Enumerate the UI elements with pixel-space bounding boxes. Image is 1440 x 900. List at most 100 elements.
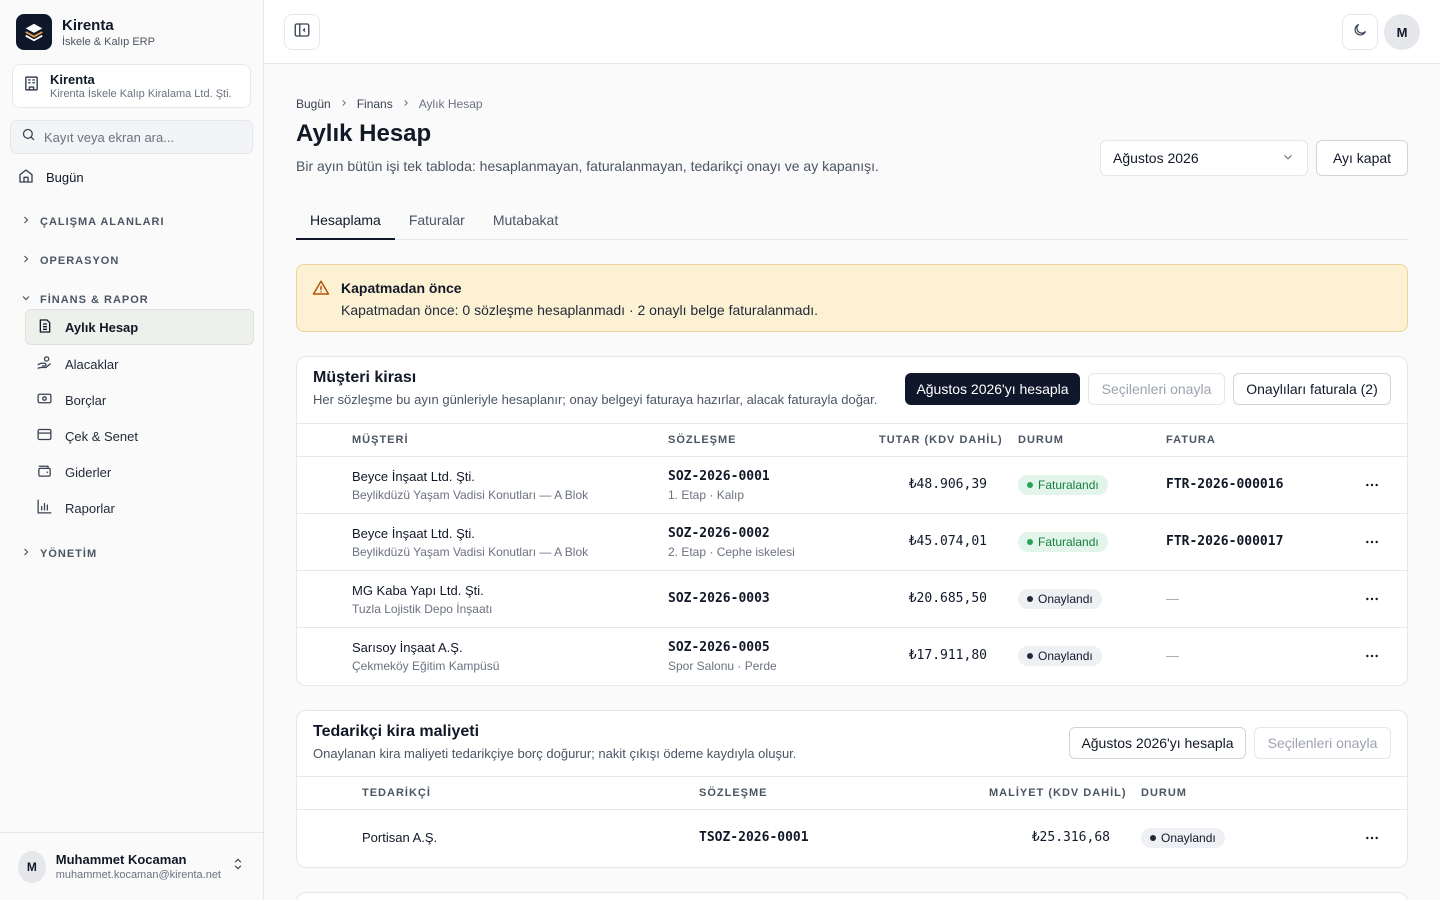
table-row[interactable]: MG Kaba Yapı Ltd. Şti. Tuzla Lojistik De… — [297, 571, 1407, 628]
column-header: FATURA — [1166, 434, 1216, 446]
amount: ₺48.906,39 — [908, 477, 987, 492]
amount: ₺25.316,68 — [1031, 830, 1110, 845]
nav-section-label: FİNANS & RAPOR — [40, 293, 149, 306]
table-row[interactable]: Sarısoy İnşaat A.Ş. Çekmeköy Eğitim Kamp… — [297, 628, 1407, 685]
top-avatar[interactable]: M — [1384, 14, 1420, 50]
project-name: Çekmeköy Eğitim Kampüsü — [352, 659, 500, 673]
nav-section-finance[interactable]: FİNANS & RAPOR — [20, 292, 149, 307]
close-month-button[interactable]: Ayı kapat — [1316, 140, 1408, 176]
breadcrumb-home[interactable]: Bugün — [296, 97, 331, 111]
status-dot — [1027, 482, 1033, 488]
tab-invoices[interactable]: Faturalar — [395, 208, 479, 240]
brand-subtitle: İskele & Kalıp ERP — [62, 35, 155, 48]
invoice-code[interactable]: FTR-2026-000017 — [1166, 534, 1283, 549]
bar-chart-icon — [36, 498, 53, 518]
file-text-icon — [37, 318, 53, 337]
sidebar: Kirenta İskele & Kalıp ERP Kirenta Kiren… — [0, 0, 264, 900]
card-icon — [36, 426, 53, 446]
card-description: Her sözleşme bu ayın günleriyle hesaplan… — [313, 392, 878, 407]
panel-left-close-icon — [293, 21, 311, 44]
customer-name: MG Kaba Yapı Ltd. Şti. — [352, 583, 484, 598]
tab-bar: Hesaplama Faturalar Mutabakat — [296, 208, 1408, 240]
layers-logo-icon — [16, 14, 52, 50]
tab-reconciliation[interactable]: Mutabakat — [479, 208, 572, 240]
tab-calculation[interactable]: Hesaplama — [296, 208, 395, 240]
contract-code[interactable]: SOZ-2026-0001 — [668, 469, 770, 484]
brand[interactable]: Kirenta İskele & Kalıp ERP — [16, 14, 155, 50]
theme-toggle-button[interactable] — [1342, 14, 1378, 50]
user-menu[interactable]: M Muhammet Kocaman muhammet.kocaman@kire… — [0, 832, 263, 900]
customer-rent-table: MÜŞTERİ SÖZLEŞME TUTAR (KDV DAHİL) DURUM… — [297, 423, 1407, 685]
status-dot — [1027, 653, 1033, 659]
alert-title: Kapatmadan önce — [341, 280, 462, 296]
customer-name: Beyce İnşaat Ltd. Şti. — [352, 469, 475, 484]
table-row[interactable]: Beyce İnşaat Ltd. Şti. Beylikdüzü Yaşam … — [297, 514, 1407, 571]
contract-code[interactable]: SOZ-2026-0005 — [668, 640, 770, 655]
nav-home-label: Bugün — [46, 169, 84, 185]
status-badge: Onaylandı — [1018, 589, 1102, 609]
status-badge: Onaylandı — [1018, 646, 1102, 666]
nav-section-label: OPERASYON — [40, 254, 120, 267]
sidebar-item-monthly-account[interactable]: Aylık Hesap — [25, 309, 254, 345]
home-icon — [18, 168, 34, 187]
table-header: MÜŞTERİ SÖZLEŞME TUTAR (KDV DAHİL) DURUM… — [297, 424, 1407, 457]
amount: ₺20.685,50 — [908, 591, 987, 606]
sidebar-item-receivables[interactable]: Alacaklar — [25, 346, 254, 382]
invoice-code[interactable]: FTR-2026-000016 — [1166, 477, 1283, 492]
sidebar-item-payables[interactable]: Borçlar — [25, 382, 254, 418]
supplier-approve-button[interactable]: Seçilenleri onayla — [1254, 727, 1391, 759]
search-input[interactable] — [44, 129, 242, 145]
nav-item-home[interactable]: Bugün — [18, 166, 84, 188]
month-select-value: Ağustos 2026 — [1113, 150, 1199, 166]
sidebar-item-reports[interactable]: Raporlar — [25, 490, 254, 526]
supplier-calculate-button[interactable]: Ağustos 2026'yı hesapla — [1069, 727, 1246, 759]
project-name: Beylikdüzü Yaşam Vadisi Konutları — A Bl… — [352, 488, 589, 502]
sidebar-item-cheques[interactable]: Çek & Senet — [25, 418, 254, 454]
invoice-approved-button[interactable]: Onaylıları faturala (2) — [1233, 373, 1391, 405]
calculate-month-button[interactable]: Ağustos 2026'yı hesapla — [905, 373, 1080, 405]
more-icon[interactable] — [1360, 473, 1384, 497]
supplier-cost-card: Tedarikçi kira maliyeti Onaylanan kira m… — [296, 710, 1408, 868]
more-icon[interactable] — [1360, 587, 1384, 611]
nav-section-operations[interactable]: OPERASYON — [20, 253, 119, 268]
status-dot — [1027, 596, 1033, 602]
contract-code[interactable]: SOZ-2026-0002 — [668, 526, 770, 541]
table-row[interactable]: Beyce İnşaat Ltd. Şti. Beylikdüzü Yaşam … — [297, 457, 1407, 514]
card-title: Müşteri kirası — [313, 369, 417, 386]
column-header: SÖZLEŞME — [699, 787, 768, 799]
more-icon[interactable] — [1360, 826, 1384, 850]
column-header: TEDARİKÇİ — [362, 787, 431, 799]
chevron-up-down-icon — [231, 857, 245, 876]
month-select[interactable]: Ağustos 2026 — [1100, 140, 1308, 176]
tenant-legal-name: Kirenta İskele Kalıp Kiralama Ltd. Şti. — [50, 88, 232, 100]
table-row[interactable]: Portisan A.Ş. TSOZ-2026-0001 ₺25.316,68 … — [297, 810, 1407, 867]
more-icon[interactable] — [1360, 530, 1384, 554]
contract-code[interactable]: TSOZ-2026-0001 — [699, 830, 809, 845]
contract-code[interactable]: SOZ-2026-0003 — [668, 591, 770, 606]
status-dot — [1027, 539, 1033, 545]
status-label: Onaylandı — [1161, 831, 1216, 845]
breadcrumb: Bugün Finans Aylık Hesap — [296, 97, 483, 111]
sidebar-item-expenses[interactable]: Giderler — [25, 454, 254, 490]
more-icon[interactable] — [1360, 644, 1384, 668]
tenant-switcher[interactable]: Kirenta Kirenta İskele Kalıp Kiralama Lt… — [12, 64, 251, 108]
next-card — [296, 892, 1408, 900]
tenant-name: Kirenta — [50, 72, 95, 87]
breadcrumb-current: Aylık Hesap — [418, 97, 483, 111]
approve-selected-button[interactable]: Seçilenleri onayla — [1088, 373, 1225, 405]
sidebar-toggle-button[interactable] — [284, 14, 320, 50]
customer-name: Sarısoy İnşaat A.Ş. — [352, 640, 463, 655]
user-email: muhammet.kocaman@kirenta.net — [55, 869, 221, 881]
wallet-icon — [36, 462, 53, 482]
breadcrumb-finance[interactable]: Finans — [357, 97, 393, 111]
status-badge: Faturalandı — [1018, 475, 1108, 495]
nav-section-workspaces[interactable]: ÇALIŞMA ALANLARI — [20, 214, 165, 229]
nav-section-admin[interactable]: YÖNETİM — [20, 546, 97, 561]
status-label: Onaylandı — [1038, 649, 1093, 663]
nav-section-label: YÖNETİM — [40, 547, 98, 560]
chevron-right-icon — [20, 253, 32, 268]
page-title: Aylık Hesap — [296, 120, 432, 147]
alert-text: Kapatmadan önce: 0 sözleşme hesaplanmadı… — [341, 302, 819, 318]
chevron-down-icon — [1281, 150, 1295, 167]
sidebar-item-label: Giderler — [65, 464, 112, 480]
